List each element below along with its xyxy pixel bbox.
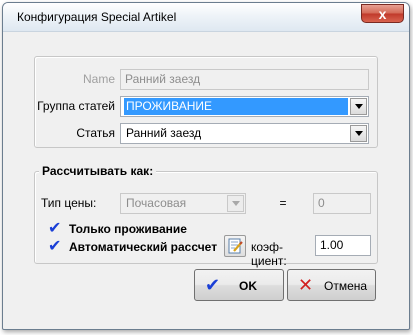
checkmark-icon[interactable]: ✔: [48, 239, 61, 255]
only-stay-checkbox-label[interactable]: Только проживание: [69, 222, 187, 236]
chevron-down-icon[interactable]: [350, 98, 367, 115]
article-label: Статья: [76, 126, 115, 140]
name-label: Name: [82, 72, 115, 86]
calc-group-title: Рассчитывать как:: [39, 164, 157, 178]
close-icon: x: [378, 6, 387, 22]
checkmark-icon: ✔: [205, 275, 221, 295]
edit-formula-button[interactable]: [224, 235, 246, 257]
price-type-value: Почасовая: [126, 196, 187, 210]
coef-label: коэф-циент:: [251, 240, 287, 268]
chevron-down-icon[interactable]: [227, 195, 244, 212]
close-icon: ✕: [298, 275, 314, 295]
equals-value-field[interactable]: 0: [313, 193, 371, 214]
group-label: Группа статей: [37, 99, 115, 113]
cancel-button[interactable]: ✕ Отмена: [287, 269, 376, 301]
title-bar[interactable]: Конфигурация Special Artikel x: [3, 3, 409, 32]
group-select[interactable]: ПРОЖИВАНИЕ: [120, 96, 369, 117]
dialog-window: Конфигурация Special Artikel x Name Ранн…: [2, 2, 410, 330]
auto-calc-checkbox-label[interactable]: Автоматический рассчет: [69, 240, 217, 254]
window-title: Конфигурация Special Artikel: [17, 10, 177, 24]
group-select-value: ПРОЖИВАНИЕ: [124, 98, 348, 115]
ok-button-label: OK: [239, 279, 257, 293]
article-select-value: Ранний заезд: [126, 126, 202, 140]
cancel-button-label: Отмена: [324, 279, 368, 293]
close-button[interactable]: x: [361, 4, 404, 23]
price-type-label: Тип цены:: [41, 196, 97, 210]
coef-field[interactable]: 1.00: [315, 235, 371, 256]
equals-sign: =: [279, 196, 287, 210]
edit-icon: [228, 238, 243, 254]
checkmark-icon[interactable]: ✔: [48, 221, 61, 237]
ok-button[interactable]: ✔ OK: [194, 269, 284, 301]
article-select[interactable]: Ранний заезд: [120, 123, 369, 144]
price-type-select[interactable]: Почасовая: [120, 193, 246, 214]
name-field[interactable]: Ранний заезд: [120, 69, 369, 90]
chevron-down-icon[interactable]: [350, 125, 367, 142]
